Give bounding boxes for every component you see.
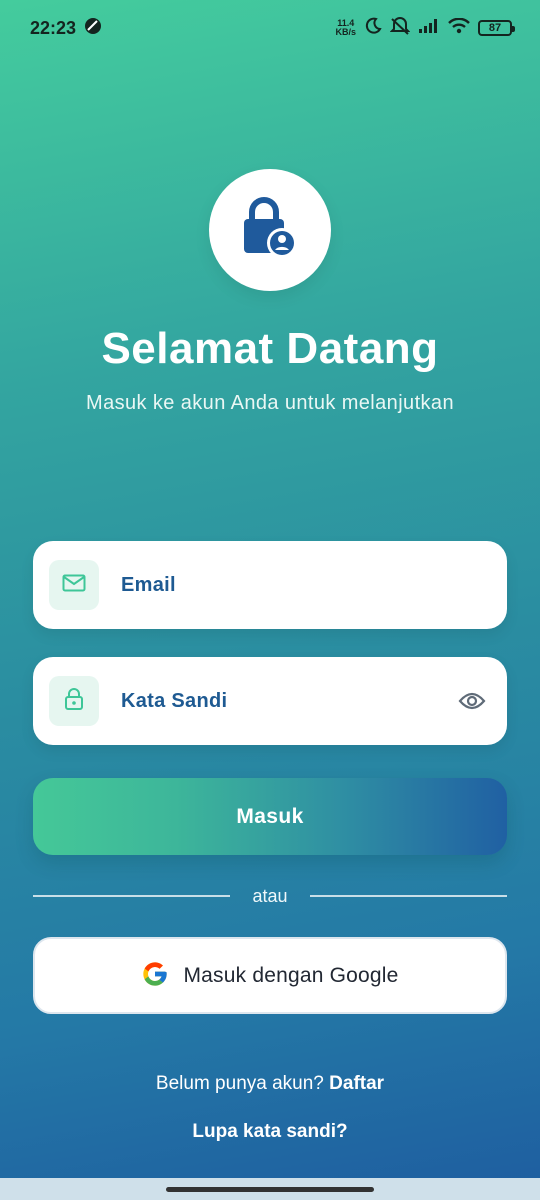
divider-text: atau (252, 885, 288, 906)
signal-icon (418, 18, 440, 39)
status-time: 22:23 (30, 17, 77, 38)
app-notification-icon (84, 17, 102, 40)
moon-icon (364, 17, 382, 40)
email-field[interactable] (33, 541, 507, 629)
signup-prompt-text: Belum punya akun? (155, 1073, 324, 1094)
app-logo (209, 169, 331, 291)
status-left: 22:23 (30, 17, 102, 40)
status-bar: 22:23 11.4 KB/s 87 (0, 0, 540, 56)
google-icon (141, 960, 169, 991)
eye-icon[interactable] (457, 686, 487, 716)
divider-line-right (309, 895, 508, 897)
lock-user-icon (240, 196, 300, 264)
email-icon-box (49, 560, 99, 610)
password-icon-box (49, 676, 99, 726)
page-subtitle: Masuk ke akun Anda untuk melanjutkan (86, 392, 454, 414)
home-gesture-handle[interactable] (166, 1186, 374, 1192)
login-button[interactable]: Masuk (33, 778, 507, 855)
status-right: 11.4 KB/s 87 (335, 16, 515, 40)
mute-icon (389, 16, 411, 40)
mail-icon (62, 574, 86, 597)
page-title: Selamat Datang (101, 324, 439, 373)
network-speed: 11.4 KB/s (335, 18, 356, 37)
navigation-bar (0, 1178, 540, 1200)
divider-line-left (33, 895, 231, 897)
or-divider: atau (33, 884, 508, 908)
google-login-label: Masuk dengan Google (183, 963, 399, 987)
password-input[interactable] (121, 689, 457, 713)
lock-icon (64, 687, 84, 716)
battery-indicator: 87 (478, 20, 515, 36)
email-input[interactable] (121, 573, 507, 597)
wifi-icon (448, 17, 470, 39)
signup-prompt: Belum punya akun? Daftar (0, 1073, 540, 1095)
forgot-password-link[interactable]: Lupa kata sandi? (0, 1121, 540, 1143)
signup-link[interactable]: Daftar (329, 1073, 384, 1094)
google-login-button[interactable]: Masuk dengan Google (33, 937, 507, 1014)
password-field[interactable] (33, 657, 507, 745)
